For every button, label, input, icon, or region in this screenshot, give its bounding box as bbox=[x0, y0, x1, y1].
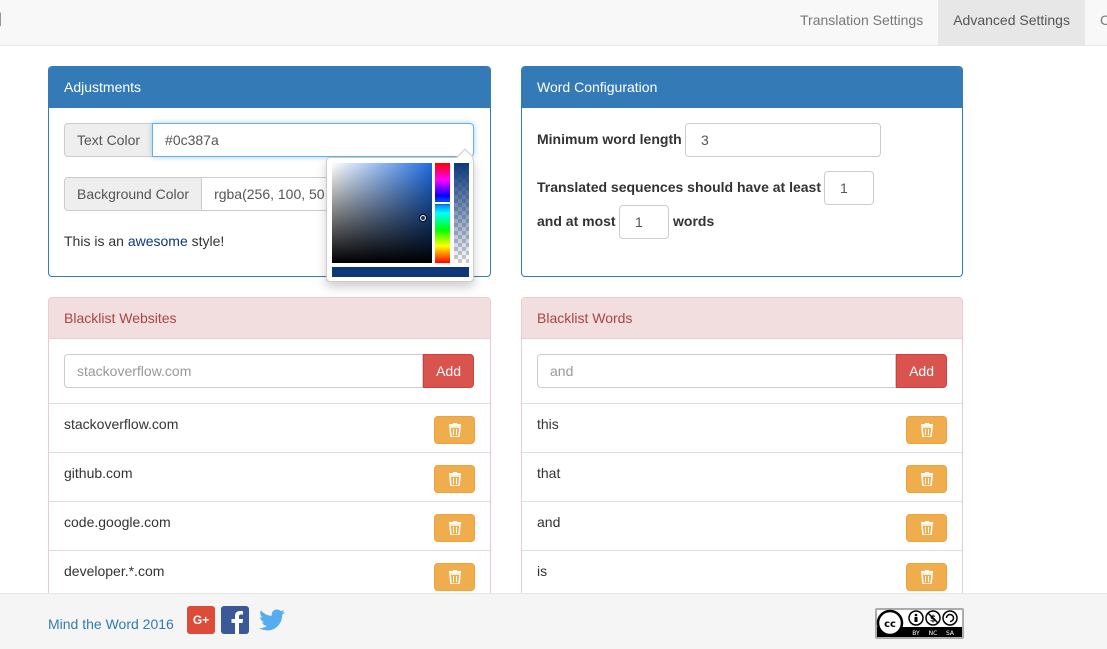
svg-text:BY: BY bbox=[912, 630, 920, 637]
blacklist-website-input[interactable]: stackoverflow.com bbox=[64, 354, 424, 388]
trash-icon bbox=[921, 423, 933, 437]
svg-text:cc: cc bbox=[884, 619, 896, 630]
word-label: and bbox=[537, 514, 561, 530]
saturation-knob[interactable] bbox=[420, 215, 426, 221]
footer: Mind the Word 2016 G+ cc $ BY NC SA bbox=[0, 593, 1107, 649]
hue-slider[interactable] bbox=[435, 163, 450, 263]
website-label: developer.*.com bbox=[64, 563, 165, 579]
delete-word-button[interactable] bbox=[906, 465, 947, 493]
trash-icon bbox=[449, 472, 461, 486]
word-label: is bbox=[537, 563, 548, 579]
trash-icon bbox=[449, 423, 461, 437]
svg-text:NC: NC bbox=[929, 630, 938, 637]
website-label: stackoverflow.com bbox=[64, 416, 179, 432]
min-word-length-input[interactable]: 3 bbox=[685, 123, 881, 157]
list-item: is bbox=[522, 550, 962, 599]
tab-translation-settings[interactable]: Translation Settings bbox=[785, 0, 938, 45]
website-label: github.com bbox=[64, 465, 133, 481]
facebook-icon[interactable] bbox=[221, 606, 249, 634]
sample-suffix: style! bbox=[187, 233, 225, 249]
top-navbar: d Translation Settings Advanced Settings… bbox=[0, 0, 1107, 46]
delete-website-button[interactable] bbox=[434, 514, 475, 542]
delete-word-button[interactable] bbox=[906, 563, 947, 591]
sequence-max-input[interactable]: 1 bbox=[619, 205, 669, 239]
list-item: github.com bbox=[49, 452, 490, 501]
trash-icon bbox=[921, 472, 933, 486]
nav-tabs: Translation Settings Advanced Settings C bbox=[785, 0, 1107, 45]
word-label: this bbox=[537, 416, 559, 432]
tab-other[interactable]: C bbox=[1085, 0, 1107, 45]
delete-website-button[interactable] bbox=[434, 563, 475, 591]
svg-text:SA: SA bbox=[946, 630, 955, 637]
background-color-label: Background Color bbox=[64, 177, 202, 211]
google-plus-icon[interactable]: G+ bbox=[187, 606, 215, 634]
add-website-button[interactable]: Add bbox=[423, 354, 474, 388]
twitter-icon[interactable] bbox=[258, 606, 286, 634]
blacklist-website-input-group: stackoverflow.com Add bbox=[64, 354, 474, 388]
blacklist-websites-panel: Blacklist Websites stackoverflow.com Add… bbox=[48, 297, 491, 617]
sample-highlight: awesome bbox=[127, 233, 188, 249]
trash-icon bbox=[449, 570, 461, 584]
blacklist-word-input-group: and Add bbox=[537, 354, 947, 388]
hue-knob[interactable] bbox=[435, 202, 450, 204]
trash-icon bbox=[921, 570, 933, 584]
sequence-words-label: words bbox=[673, 213, 715, 229]
website-label: code.google.com bbox=[64, 514, 171, 530]
text-color-label: Text Color bbox=[64, 123, 153, 157]
delete-website-button[interactable] bbox=[434, 416, 475, 444]
word-configuration-title: Word Configuration bbox=[522, 67, 962, 108]
blacklist-word-input[interactable]: and bbox=[537, 354, 897, 388]
list-item: developer.*.com bbox=[49, 550, 490, 599]
sequence-max-label: and at most bbox=[537, 213, 616, 229]
brand-name[interactable]: d bbox=[0, 10, 2, 31]
adjustments-title: Adjustments bbox=[49, 67, 490, 108]
delete-word-button[interactable] bbox=[906, 416, 947, 444]
blacklist-websites-title: Blacklist Websites bbox=[49, 298, 490, 339]
style-preview-text: This is an awesome style! bbox=[64, 233, 224, 249]
creative-commons-license-badge[interactable]: cc $ BY NC SA bbox=[875, 608, 964, 639]
list-item: stackoverflow.com bbox=[49, 403, 490, 452]
word-label: that bbox=[537, 465, 561, 481]
blacklist-words-title: Blacklist Words bbox=[522, 298, 962, 339]
saturation-area[interactable] bbox=[332, 163, 432, 263]
sequence-min-label: Translated sequences should have at leas… bbox=[537, 179, 821, 195]
add-word-button[interactable]: Add bbox=[896, 354, 947, 388]
list-item: and bbox=[522, 501, 962, 550]
color-picker-popup bbox=[326, 148, 474, 282]
sequence-min-input[interactable]: 1 bbox=[824, 171, 874, 205]
trash-icon bbox=[921, 521, 933, 535]
tab-advanced-settings[interactable]: Advanced Settings bbox=[938, 0, 1085, 45]
text-color-input[interactable]: #0c387a bbox=[152, 123, 474, 157]
delete-word-button[interactable] bbox=[906, 514, 947, 542]
list-item: code.google.com bbox=[49, 501, 490, 550]
blacklist-words-panel: Blacklist Words and Add this that and is bbox=[521, 297, 963, 617]
trash-icon bbox=[449, 521, 461, 535]
word-configuration-panel: Word Configuration Minimum word length 3… bbox=[521, 66, 963, 277]
color-preview bbox=[332, 267, 469, 277]
sample-prefix: This is an bbox=[64, 233, 128, 249]
list-item: this bbox=[522, 403, 962, 452]
min-word-length-label: Minimum word length bbox=[537, 131, 682, 147]
text-color-group: Text Color #0c387a bbox=[64, 123, 474, 157]
delete-website-button[interactable] bbox=[434, 465, 475, 493]
list-item: that bbox=[522, 452, 962, 501]
footer-home-link[interactable]: Mind the Word 2016 bbox=[48, 616, 174, 632]
alpha-slider[interactable] bbox=[454, 163, 469, 263]
